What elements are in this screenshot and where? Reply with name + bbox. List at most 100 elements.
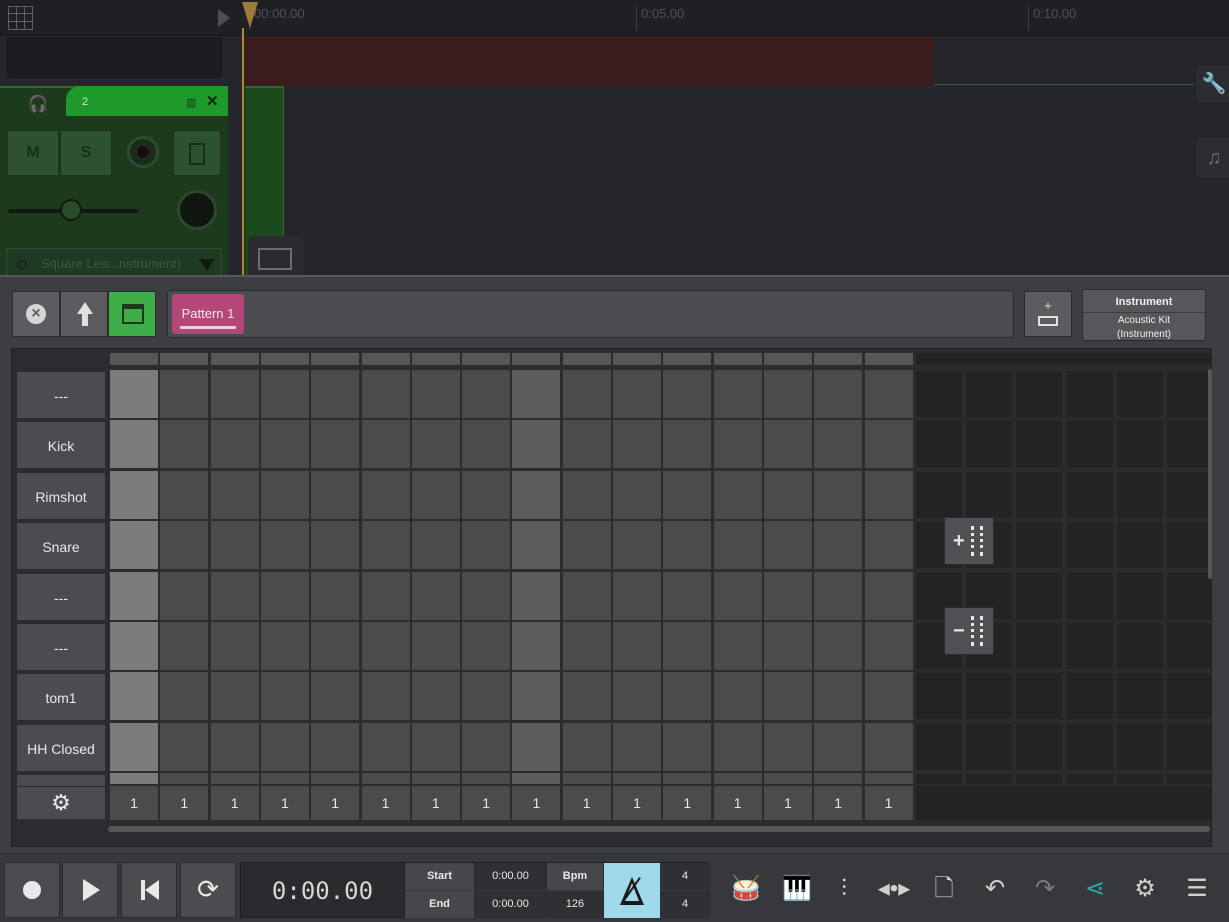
step-cell[interactable] [713,370,762,418]
step-cell[interactable] [1065,420,1114,469]
step-cell[interactable] [914,420,963,469]
step-cell[interactable] [260,370,309,418]
step-cell[interactable] [1166,370,1212,418]
step-cell[interactable] [663,470,712,519]
step-cell[interactable] [1116,672,1164,721]
bpm-value[interactable]: 126 [547,891,604,918]
step-cell[interactable] [713,773,762,784]
wrench-icon[interactable]: 🔧 [1196,66,1229,102]
step-cell[interactable] [462,622,511,670]
step-cell[interactable] [562,722,611,771]
step-value-cell[interactable]: 1 [864,786,913,820]
step-cell[interactable] [814,722,863,771]
settings-icon[interactable]: ⚙ [1128,872,1162,906]
step-cell[interactable] [210,370,259,418]
step-cell[interactable] [1065,521,1114,570]
step-value-cell[interactable]: 1 [512,786,561,820]
step-cell[interactable] [1116,773,1164,784]
step-cell[interactable] [260,571,309,620]
step-cell[interactable] [613,571,661,620]
step-cell[interactable] [864,521,913,570]
step-cell[interactable] [864,470,913,519]
window-toggle-button[interactable] [108,291,156,337]
step-cell[interactable] [613,521,661,570]
step-cell[interactable] [1166,420,1212,469]
step-cell[interactable] [512,571,561,620]
new-file-icon[interactable]: 🗋 [927,872,961,906]
step-cell[interactable] [1166,672,1212,721]
step-cell[interactable] [311,622,360,670]
menu-icon[interactable]: ☰ [1180,872,1214,906]
step-cell[interactable] [411,420,460,469]
step-cell[interactable] [814,773,863,784]
headphone-icon[interactable]: 🎧 [28,94,48,114]
step-cell[interactable] [562,470,611,519]
step-cell[interactable] [260,773,309,784]
step-cell[interactable] [965,470,1014,519]
step-cell[interactable] [814,470,863,519]
step-cell[interactable] [965,370,1014,418]
step-cell[interactable] [562,773,611,784]
redo-icon[interactable]: ↷ [1028,872,1062,906]
record-button[interactable] [4,862,60,918]
step-cell[interactable] [260,672,309,721]
step-cell[interactable] [512,470,561,519]
step-value-cell[interactable]: 1 [763,786,812,820]
drum-icon[interactable]: 🥁 [729,872,763,906]
step-cell[interactable] [663,773,712,784]
step-cell[interactable] [965,672,1014,721]
step-cell[interactable] [210,420,259,469]
step-cell[interactable] [1015,420,1064,469]
row-label[interactable]: tom1 [16,673,106,722]
row-label[interactable]: Kick [16,421,106,470]
add-pattern-button[interactable]: + [1024,291,1072,337]
step-value-cell[interactable]: 1 [160,786,209,820]
step-cell[interactable] [814,370,863,418]
step-cell[interactable] [965,722,1014,771]
step-cell[interactable] [1116,521,1164,570]
step-cell[interactable] [613,672,661,721]
step-cell[interactable] [663,672,712,721]
track1-header[interactable] [5,36,224,80]
step-cell[interactable] [663,370,712,418]
instrument-select[interactable]: Square Lea...nstrument) [6,248,222,277]
step-cell[interactable] [260,521,309,570]
step-cell[interactable] [411,722,460,771]
pattern-strip[interactable]: Pattern 1 [167,290,1014,338]
step-cell[interactable] [110,622,158,670]
step-cell[interactable] [562,622,611,670]
step-cell[interactable] [512,672,561,721]
step-cell[interactable] [1166,722,1212,771]
step-cell[interactable] [763,571,812,620]
step-cell[interactable] [613,773,661,784]
step-cell[interactable] [160,470,209,519]
step-cell[interactable] [260,622,309,670]
step-cell[interactable] [663,521,712,570]
step-cell[interactable] [160,722,209,771]
time-display[interactable]: 0:00.00 [240,862,405,918]
step-cell[interactable] [1065,722,1114,771]
horizontal-scrollbar[interactable] [108,826,1210,832]
step-cell[interactable] [462,521,511,570]
step-cell[interactable] [260,420,309,469]
step-cell[interactable] [914,672,963,721]
step-cell[interactable] [311,722,360,771]
step-cell[interactable] [411,571,460,620]
step-cell[interactable] [210,722,259,771]
step-cell[interactable] [260,722,309,771]
step-cell[interactable] [864,370,913,418]
step-cell[interactable] [1065,571,1114,620]
step-cell[interactable] [110,370,158,418]
step-cell[interactable] [160,622,209,670]
step-cell[interactable] [562,420,611,469]
step-cell[interactable] [713,672,762,721]
step-cell[interactable] [160,370,209,418]
time-ruler[interactable]: 00:00.00 0:05.00 0:10.00 [0,0,1229,36]
step-cell[interactable] [1015,521,1064,570]
volume-slider-knob[interactable] [60,199,82,221]
end-value[interactable]: 0:00.00 [475,891,547,918]
step-cell[interactable] [1015,672,1064,721]
step-cell[interactable] [110,470,158,519]
step-cell[interactable] [361,521,410,570]
pattern-chip[interactable]: Pattern 1 [172,294,244,334]
